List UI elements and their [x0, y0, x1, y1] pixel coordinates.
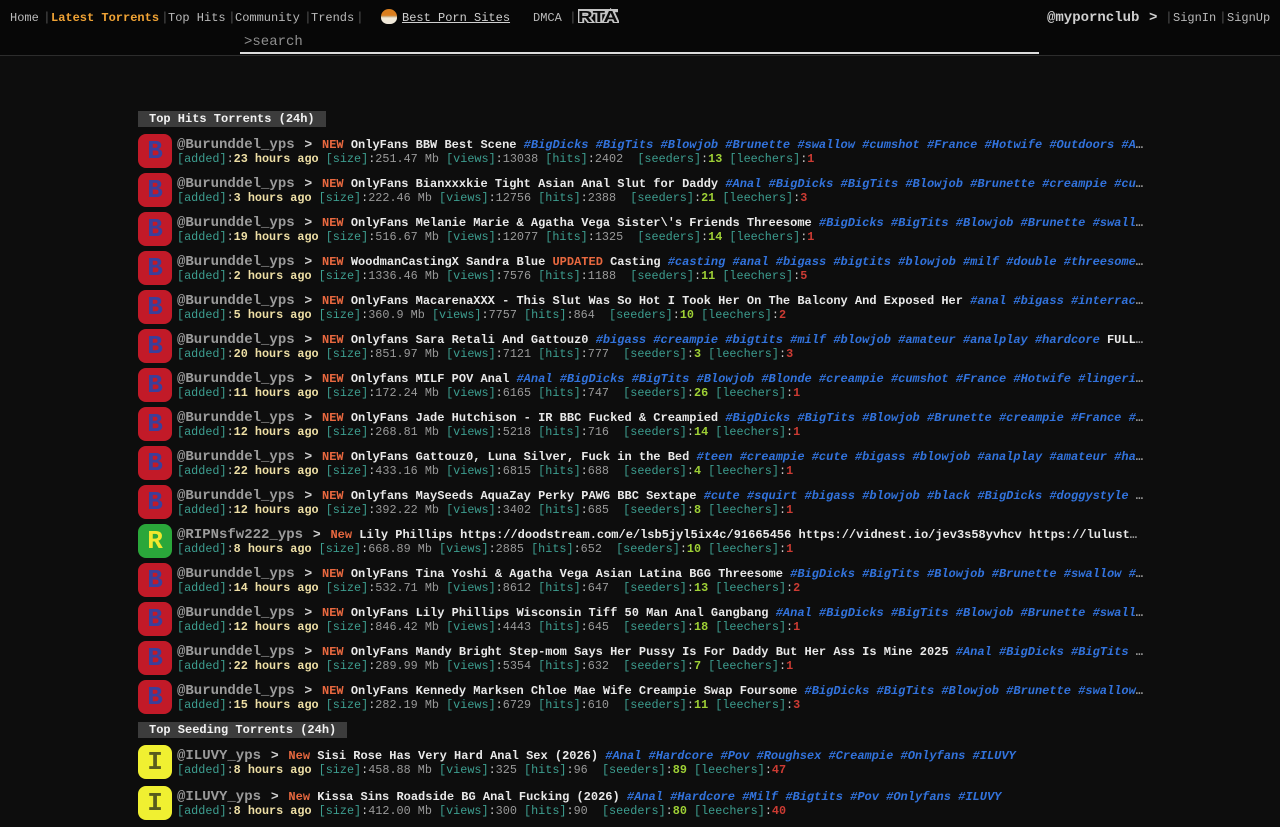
svg-text:RTA: RTA — [578, 9, 618, 23]
